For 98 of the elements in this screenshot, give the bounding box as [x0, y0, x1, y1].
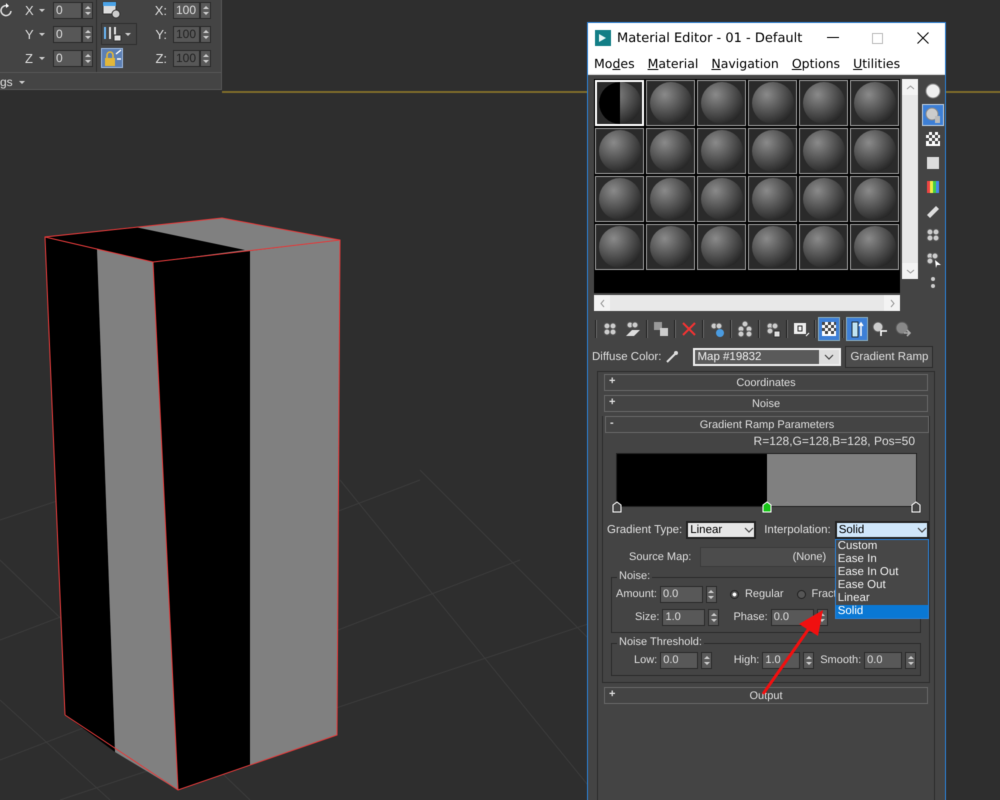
- menu-item[interactable]: Modes: [594, 56, 635, 71]
- window-title: Material Editor - 01 - Default: [617, 30, 804, 46]
- rollout-sign: +: [609, 688, 616, 700]
- number-field[interactable]: 0: [53, 2, 82, 18]
- close-icon[interactable]: [916, 32, 928, 44]
- rollout-title: Coordinates: [736, 376, 796, 388]
- field-label: Smooth:: [820, 654, 862, 666]
- align-dropdown-button[interactable]: [101, 23, 137, 45]
- number-field[interactable]: 0.0: [770, 608, 814, 626]
- group-title: Noise Threshold:: [617, 636, 704, 648]
- lock-button[interactable]: [101, 48, 123, 68]
- menu-item[interactable]: Utilities: [853, 56, 900, 71]
- spinner-button[interactable]: [706, 586, 717, 602]
- axis-label: Z: [25, 50, 34, 66]
- tube-arrow-icon[interactable]: [847, 318, 867, 340]
- caret-icon[interactable]: [39, 32, 45, 36]
- eyedropper-icon[interactable]: [665, 350, 680, 364]
- axis-label: Y:: [155, 26, 167, 42]
- chevron-icon[interactable]: [744, 527, 754, 533]
- rollout-header[interactable]: + Output: [604, 687, 928, 704]
- rollout-header[interactable]: + Coordinates: [604, 374, 928, 391]
- scroll-right-icon[interactable]: [890, 298, 894, 308]
- spinner-button[interactable]: [82, 26, 93, 42]
- chevron-icon[interactable]: [824, 354, 834, 360]
- rollout-sign: +: [609, 396, 616, 408]
- scroll-left-icon[interactable]: [600, 298, 604, 308]
- field-label: Amount:: [616, 588, 657, 600]
- color-readout: R=128,G=128,B=128, Pos=50: [752, 433, 916, 450]
- dropdown-option[interactable]: Linear: [836, 592, 928, 605]
- rollout-header[interactable]: - Gradient Ramp Parameters: [605, 416, 929, 433]
- spinner-button[interactable]: [708, 608, 720, 626]
- group-title: Noise:: [617, 570, 652, 582]
- menu-item[interactable]: Material: [648, 56, 698, 71]
- number-field[interactable]: 0: [53, 26, 82, 42]
- checker-icon[interactable]: [923, 129, 943, 149]
- number-field[interactable]: 100: [173, 2, 200, 18]
- axis-label: Z:: [155, 50, 167, 66]
- number-field[interactable]: 0.0: [660, 586, 703, 602]
- field-label: Source Map:: [629, 551, 692, 563]
- horizontal-scrollbar[interactable]: [594, 295, 900, 311]
- spinner-button[interactable]: [905, 652, 916, 668]
- number-field[interactable]: 0.0: [660, 652, 698, 668]
- map-type-button[interactable]: Gradient Ramp: [845, 346, 934, 368]
- spheres-stack-icon[interactable]: [735, 318, 755, 340]
- rotate-icon[interactable]: [0, 3, 12, 17]
- rollout-header[interactable]: + Noise: [604, 395, 928, 412]
- panel-label: gs: [0, 75, 13, 89]
- app-logo-icon: [595, 30, 611, 46]
- spinner-button[interactable]: [701, 652, 712, 668]
- rollout-title: Noise: [752, 398, 780, 410]
- rollout-title: Output: [749, 690, 783, 702]
- menu-item[interactable]: Navigation: [711, 56, 779, 71]
- axis-label: X:: [154, 2, 167, 18]
- number-field[interactable]: 0: [53, 50, 82, 66]
- caret-icon: [125, 32, 131, 36]
- dropdown-option[interactable]: Ease Out: [836, 579, 928, 592]
- rollout-title: Gradient Ramp Parameters: [700, 418, 834, 430]
- interpolation-dropdown[interactable]: Solid: [834, 521, 929, 539]
- vertical-scrollbar[interactable]: [902, 79, 918, 279]
- diffuse-color-label: Diffuse Color:: [592, 351, 662, 363]
- checker-icon[interactable]: [819, 318, 839, 340]
- spinner-button[interactable]: [803, 652, 814, 668]
- field-label: High:: [734, 654, 760, 666]
- spinner-button[interactable]: [200, 26, 211, 42]
- field-label: Gradient Type:: [607, 524, 682, 536]
- field-label: Phase:: [733, 611, 768, 623]
- dropdown-option[interactable]: Ease In Out: [836, 566, 928, 579]
- number-field[interactable]: 1.0: [662, 608, 706, 626]
- chevron-icon[interactable]: [916, 527, 927, 533]
- spinner-button[interactable]: [82, 2, 93, 18]
- gradient-type-dropdown[interactable]: Linear: [686, 521, 756, 539]
- caret-icon[interactable]: [18, 80, 25, 84]
- rollout-sign: -: [610, 417, 614, 429]
- sphere-icon[interactable]: [923, 81, 943, 101]
- bars-icon: [102, 25, 124, 43]
- dropdown-option[interactable]: Solid: [836, 605, 928, 618]
- spinner-button[interactable]: [200, 50, 211, 66]
- spinner-button[interactable]: [82, 50, 93, 66]
- scroll-up-icon[interactable]: [906, 84, 914, 90]
- gradient-flag[interactable]: [612, 501, 622, 513]
- field-label: Low:: [634, 654, 658, 666]
- window-icon[interactable]: [101, 1, 123, 19]
- axis-label: X: [25, 2, 35, 18]
- radio-button[interactable]: Regular: [730, 588, 784, 600]
- caret-icon[interactable]: [39, 8, 45, 12]
- field-label: Size:: [635, 611, 660, 623]
- number-field[interactable]: 0.0: [864, 652, 902, 668]
- field-label: Interpolation:: [764, 524, 831, 536]
- map-dropdown[interactable]: Map #19832: [693, 348, 842, 366]
- caret-icon[interactable]: [39, 56, 45, 60]
- gradient-flag[interactable]: [911, 501, 921, 513]
- number-field[interactable]: 1.0: [762, 652, 800, 668]
- rollout-sign: +: [609, 375, 616, 387]
- axis-label: Y: [25, 26, 35, 42]
- menu-item[interactable]: Options: [792, 56, 840, 71]
- spinner-button[interactable]: [200, 2, 211, 18]
- scroll-down-icon[interactable]: [906, 268, 914, 274]
- minimize-icon[interactable]: [826, 37, 838, 39]
